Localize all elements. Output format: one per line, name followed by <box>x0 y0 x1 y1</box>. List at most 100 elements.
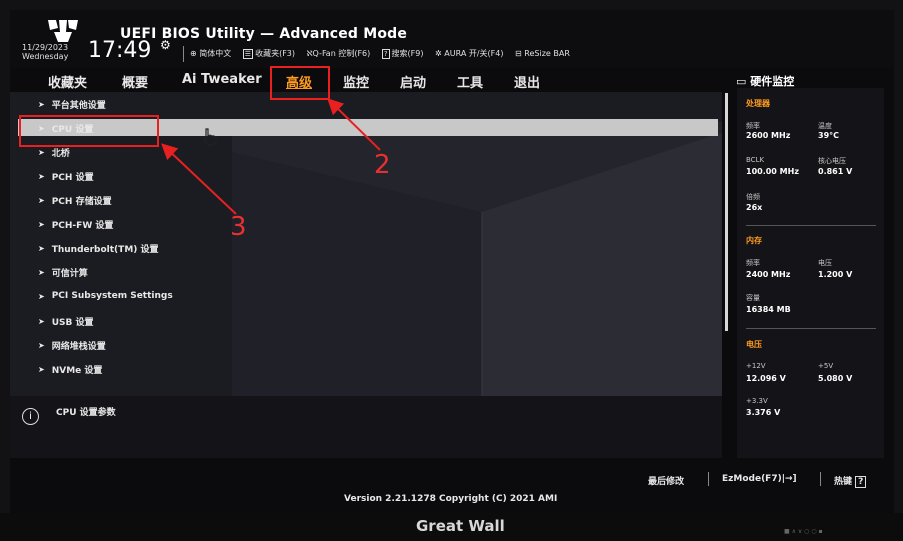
menu-item-pch-fw[interactable]: ➤ PCH-FW 设置 <box>38 216 113 232</box>
info-icon: i <box>22 408 39 425</box>
tab-exit[interactable]: 退出 <box>514 72 540 91</box>
menu-item-label: 网络堆栈设置 <box>51 341 106 352</box>
favorites-icon: ☰ <box>242 49 254 59</box>
tab-boot[interactable]: 启动 <box>400 72 426 91</box>
annotation-step-3: 3 <box>230 212 247 242</box>
mem-freq-label: 频率 <box>746 259 760 267</box>
footer-divider <box>820 472 821 486</box>
vcore-label: 核心电压 <box>818 157 846 165</box>
tab-main[interactable]: 概要 <box>122 72 148 91</box>
tab-ai-tweaker[interactable]: Ai Tweaker <box>182 72 262 87</box>
date-display: 11/29/2023 Wednesday <box>22 43 68 61</box>
monitor-icon: ▭ <box>736 75 747 88</box>
menu-item-label: 平台其他设置 <box>51 100 106 111</box>
menu-item-pch[interactable]: ➤ PCH 设置 <box>38 168 94 184</box>
tab-monitor[interactable]: 监控 <box>343 72 369 91</box>
favorites-label: 收藏夹(F3) <box>255 49 296 58</box>
chevron-right-icon: ➤ <box>38 364 45 374</box>
header-divider <box>183 46 184 62</box>
search-label: 搜索(F9) <box>391 49 424 58</box>
clock-settings-gear-icon[interactable]: ⚙ <box>160 38 171 52</box>
menu-item-network-stack[interactable]: ➤ 网络堆栈设置 <box>38 337 106 353</box>
menu-item-trusted-computing[interactable]: ➤ 可信计算 <box>38 264 88 280</box>
menu-item-pci-subsystem[interactable]: ➤ PCI Subsystem Settings <box>38 288 173 304</box>
ratio-value: 26x <box>746 203 763 212</box>
cpu-section-title: 处理器 <box>746 99 770 108</box>
tab-tool[interactable]: 工具 <box>457 72 483 91</box>
qfan-button[interactable]: ℵQ-Fan 控制(F6) <box>307 49 371 58</box>
resize-bar-button[interactable]: ⊟ ReSize BAR <box>515 49 570 58</box>
menu-item-pch-storage[interactable]: ➤ PCH 存储设置 <box>38 192 112 208</box>
chevron-right-icon: ➤ <box>38 316 45 326</box>
menu-scrollbar[interactable] <box>725 93 728 331</box>
section-divider <box>746 328 876 329</box>
hardware-monitor-label: 硬件监控 <box>750 75 795 88</box>
favorites-button[interactable]: ☰ 收藏夹(F3) <box>242 49 296 59</box>
chevron-right-icon: ➤ <box>38 291 45 301</box>
v12-value: 12.096 V <box>746 374 786 383</box>
bclk-label: BCLK <box>746 156 765 164</box>
menu-item-usb[interactable]: ➤ USB 设置 <box>38 313 94 329</box>
section-divider <box>746 225 876 226</box>
chevron-right-icon: ➤ <box>38 99 45 109</box>
menu-item-thunderbolt[interactable]: ➤ Thunderbolt(TM) 设置 <box>38 240 159 256</box>
mem-capacity-value: 16384 MB <box>746 305 791 314</box>
v5-value: 5.080 V <box>818 374 853 383</box>
mem-capacity-label: 容量 <box>746 294 760 302</box>
weekday-text: Wednesday <box>22 52 69 61</box>
menu-item-label: PCH-FW 设置 <box>51 220 114 231</box>
language-button[interactable]: ⊕ 简体中文 <box>190 49 231 58</box>
chevron-right-icon: ➤ <box>38 195 45 205</box>
hardware-monitor-title: ▭ 硬件监控 <box>736 73 794 89</box>
menu-item-label: USB 设置 <box>51 317 94 328</box>
chevron-right-icon: ➤ <box>38 171 45 181</box>
mem-volt-value: 1.200 V <box>818 270 853 279</box>
ratio-label: 倍频 <box>746 193 760 201</box>
memory-section-title: 内存 <box>746 236 762 245</box>
clock: 17:49 <box>88 38 152 63</box>
date-text: 11/29/2023 <box>22 43 69 52</box>
aura-icon: ✲ <box>435 49 442 58</box>
menu-item-label: PCH 存储设置 <box>51 196 112 207</box>
cpu-temp-value: 39°C <box>818 131 840 140</box>
tab-favorites[interactable]: 收藏夹 <box>48 72 87 91</box>
v12-label: +12V <box>746 362 766 370</box>
aura-label: AURA 开/关(F4) <box>444 49 504 58</box>
help-info-panel <box>10 396 722 458</box>
hotkeys-button[interactable]: 热键 ? <box>834 474 867 488</box>
chevron-right-icon: ➤ <box>38 243 45 253</box>
menu-item-platform-misc[interactable]: ➤ 平台其他设置 <box>38 96 106 112</box>
language-label: 简体中文 <box>199 49 232 58</box>
v33-value: 3.376 V <box>746 408 781 417</box>
menu-item-label: 可信计算 <box>51 268 88 279</box>
menu-item-label: NVMe 设置 <box>51 365 103 376</box>
qfan-label: Q-Fan 控制(F6) <box>312 49 371 58</box>
ezmode-button[interactable]: EzMode(F7)|→] <box>722 474 797 484</box>
resize-bar-icon: ⊟ <box>515 49 522 58</box>
cpu-freq-label: 频率 <box>746 122 760 130</box>
mem-volt-label: 电压 <box>818 259 832 267</box>
search-button[interactable]: ? 搜索(F9) <box>381 49 424 59</box>
monitor-buttons: ■ ∧ ∨ ○ ○ ▪ <box>784 528 823 535</box>
annotation-step-2: 2 <box>374 150 391 180</box>
menu-item-nvme[interactable]: ➤ NVMe 设置 <box>38 361 102 377</box>
menu-item-label: PCI Subsystem Settings <box>51 291 173 301</box>
annotation-box-cpu-settings <box>19 115 159 147</box>
bclk-value: 100.00 MHz <box>746 167 799 176</box>
monitor-brand-logo: Great Wall <box>416 517 505 535</box>
footer-divider <box>708 472 709 486</box>
last-modified-button[interactable]: 最后修改 <box>648 474 684 487</box>
help-icon: ? <box>381 49 390 59</box>
toolbar: ⊕ 简体中文 ☰ 收藏夹(F3) ℵQ-Fan 控制(F6) ? 搜索(F9) ✲ … <box>190 48 579 59</box>
resize-bar-label: ReSize BAR <box>524 49 570 58</box>
menu-item-label: Thunderbolt(TM) 设置 <box>51 244 159 255</box>
mem-freq-value: 2400 MHz <box>746 270 791 279</box>
cpu-freq-value: 2600 MHz <box>746 131 791 140</box>
annotation-box-advanced-tab <box>270 66 330 100</box>
rog-logo-icon <box>48 20 78 42</box>
chevron-right-icon: ➤ <box>38 147 45 157</box>
cpu-temp-label: 温度 <box>818 122 832 130</box>
aura-button[interactable]: ✲ AURA 开/关(F4) <box>435 49 503 58</box>
chevron-right-icon: ➤ <box>38 219 45 229</box>
menu-item-label: 北桥 <box>51 148 70 159</box>
